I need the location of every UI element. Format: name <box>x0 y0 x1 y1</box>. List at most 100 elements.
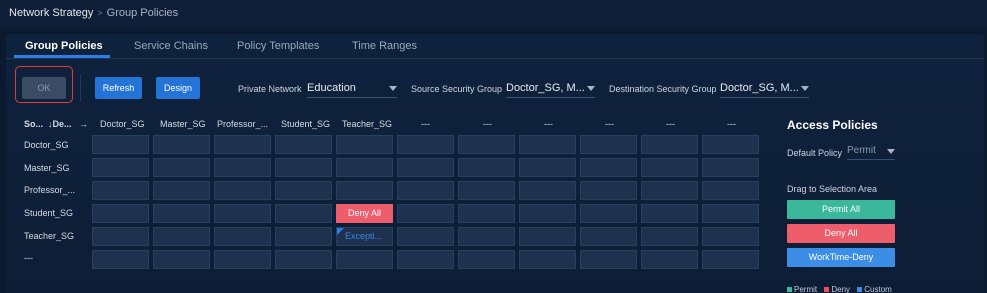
matrix-cell[interactable] <box>153 158 210 177</box>
deny-all-policy[interactable]: Deny All <box>787 224 895 243</box>
matrix-cell[interactable] <box>336 250 393 269</box>
matrix-cell[interactable] <box>519 181 576 200</box>
row-header: Professor_... <box>24 185 76 195</box>
matrix-cell[interactable] <box>519 135 576 154</box>
matrix-cell[interactable] <box>519 227 576 246</box>
ok-button[interactable]: OK <box>22 77 66 99</box>
matrix-cell[interactable] <box>458 158 515 177</box>
default-policy-select[interactable]: Permit <box>847 142 895 160</box>
policy-legend: Permit Deny Custom <box>787 285 897 293</box>
matrix-cell[interactable] <box>214 204 271 223</box>
default-policy-label: Default Policy <box>787 148 843 158</box>
destination-group-value: Doctor_SG, M... <box>720 82 799 94</box>
permit-all-policy[interactable]: Permit All <box>787 200 895 219</box>
legend-swatch <box>857 287 863 292</box>
matrix-cell[interactable] <box>336 135 393 154</box>
legend-swatch <box>787 287 792 292</box>
matrix-cell-deny-all[interactable]: Deny All <box>336 204 393 223</box>
row-header: Teacher_SG <box>24 231 75 241</box>
tab-service-chains[interactable]: Service Chains <box>134 40 208 52</box>
matrix-cell[interactable] <box>92 135 149 154</box>
matrix-cell[interactable] <box>214 250 271 269</box>
active-tab-indicator <box>14 55 110 58</box>
default-policy-value: Permit <box>847 145 876 156</box>
matrix-cell[interactable] <box>458 227 515 246</box>
chevron-down-icon <box>801 86 809 91</box>
matrix-cell[interactable] <box>519 250 576 269</box>
matrix-cell[interactable] <box>641 250 698 269</box>
breadcrumb-current: Group Policies <box>106 7 179 19</box>
matrix-cell[interactable] <box>153 181 210 200</box>
matrix-cell[interactable] <box>702 181 759 200</box>
matrix-cell[interactable] <box>214 158 271 177</box>
matrix-cell[interactable] <box>214 227 271 246</box>
destination-group-select[interactable]: Doctor_SG, M... <box>720 78 809 98</box>
matrix-cell[interactable] <box>153 250 210 269</box>
matrix-cell[interactable] <box>580 181 637 200</box>
refresh-button[interactable]: Refresh <box>95 77 142 99</box>
matrix-cell[interactable] <box>397 250 454 269</box>
tab-time-ranges[interactable]: Time Ranges <box>352 40 417 52</box>
source-group-select[interactable]: Doctor_SG, M... <box>506 78 595 98</box>
matrix-cell[interactable] <box>641 158 698 177</box>
matrix-cell[interactable] <box>275 204 332 223</box>
matrix-cell[interactable] <box>458 250 515 269</box>
matrix-cell[interactable] <box>275 250 332 269</box>
matrix-cell[interactable] <box>153 135 210 154</box>
matrix-cell[interactable] <box>397 227 454 246</box>
matrix-cell[interactable] <box>580 158 637 177</box>
source-group-value: Doctor_SG, M... <box>506 82 585 94</box>
matrix-cell[interactable] <box>92 250 149 269</box>
drag-hint-label: Drag to Selection Area <box>787 184 878 194</box>
matrix-cell[interactable] <box>336 158 393 177</box>
matrix-cell[interactable] <box>397 204 454 223</box>
matrix-cell[interactable] <box>214 135 271 154</box>
breadcrumb-root[interactable]: Network Strategy <box>9 7 93 19</box>
design-button[interactable]: Design <box>156 77 200 99</box>
matrix-cell[interactable] <box>92 158 149 177</box>
matrix-cell[interactable] <box>580 204 637 223</box>
private-network-select[interactable]: Education <box>307 78 397 98</box>
matrix-cell[interactable] <box>641 227 698 246</box>
matrix-cell[interactable] <box>519 204 576 223</box>
tab-policy-templates[interactable]: Policy Templates <box>237 40 319 52</box>
matrix-cell[interactable] <box>702 204 759 223</box>
matrix-cell[interactable] <box>641 204 698 223</box>
matrix-cell[interactable] <box>92 204 149 223</box>
matrix-cell[interactable] <box>641 135 698 154</box>
matrix-cell[interactable] <box>214 181 271 200</box>
column-header: Master_SG <box>160 119 206 129</box>
matrix-cell[interactable] <box>641 181 698 200</box>
matrix-cell[interactable] <box>275 227 332 246</box>
worktime-deny-policy[interactable]: WorkTime-Deny <box>787 248 895 267</box>
matrix-cell[interactable] <box>275 181 332 200</box>
matrix-cell[interactable] <box>580 250 637 269</box>
matrix-cell[interactable] <box>397 158 454 177</box>
matrix-cell[interactable] <box>702 135 759 154</box>
breadcrumb-separator: > <box>97 8 103 18</box>
custom-corner-icon <box>337 228 344 235</box>
matrix-cell[interactable] <box>580 227 637 246</box>
matrix-cell[interactable] <box>153 204 210 223</box>
tab-group-policies[interactable]: Group Policies <box>25 40 103 52</box>
column-header: --- <box>421 119 430 129</box>
matrix-cell[interactable] <box>275 158 332 177</box>
matrix-cell[interactable] <box>702 158 759 177</box>
matrix-cell[interactable] <box>458 135 515 154</box>
matrix-cell-exception[interactable]: Excepti... <box>336 227 393 246</box>
matrix-cell[interactable] <box>92 227 149 246</box>
matrix-cell[interactable] <box>153 227 210 246</box>
matrix-cell[interactable] <box>92 181 149 200</box>
matrix-cell[interactable] <box>458 181 515 200</box>
row-header: Doctor_SG <box>24 140 69 150</box>
legend-permit: Permit <box>787 285 817 293</box>
matrix-cell[interactable] <box>397 181 454 200</box>
matrix-cell[interactable] <box>580 135 637 154</box>
matrix-cell[interactable] <box>702 227 759 246</box>
matrix-cell[interactable] <box>397 135 454 154</box>
matrix-cell[interactable] <box>275 135 332 154</box>
matrix-cell[interactable] <box>519 158 576 177</box>
matrix-cell[interactable] <box>458 204 515 223</box>
matrix-cell[interactable] <box>702 250 759 269</box>
matrix-cell[interactable] <box>336 181 393 200</box>
